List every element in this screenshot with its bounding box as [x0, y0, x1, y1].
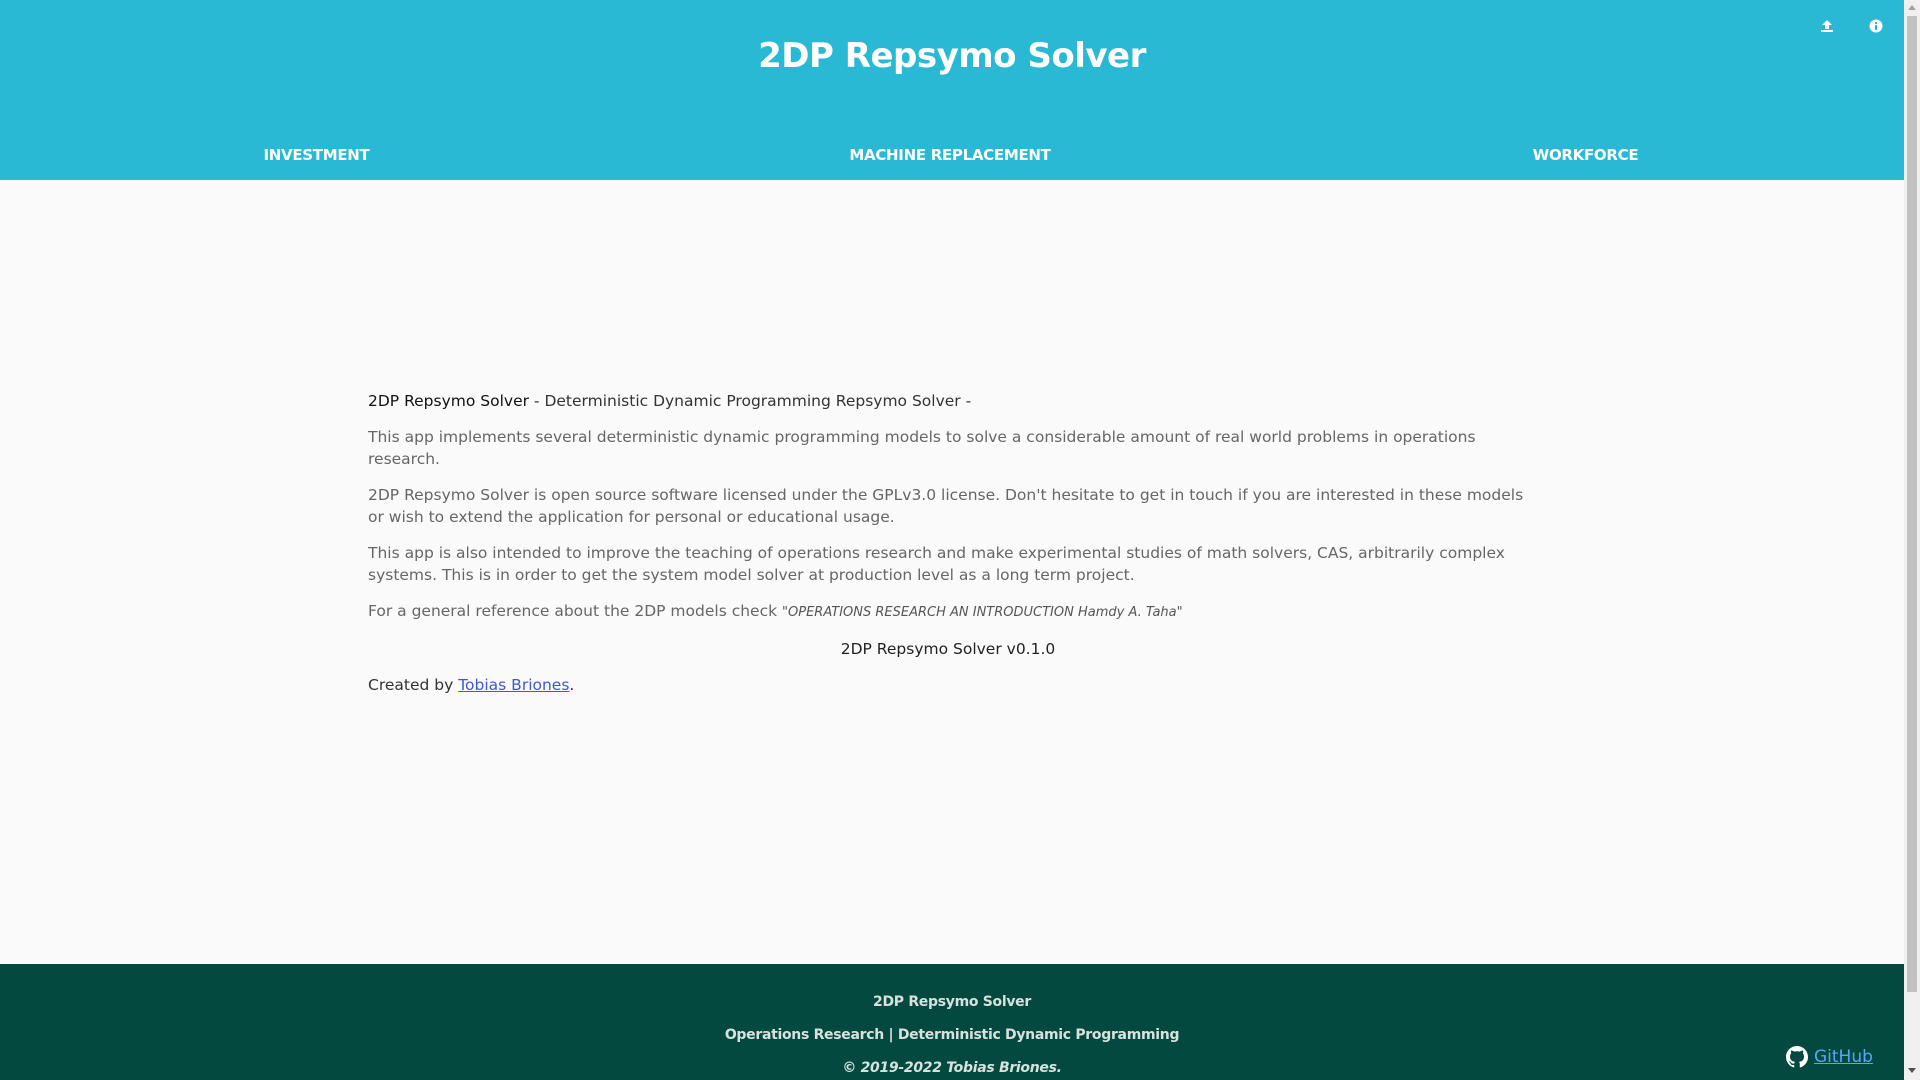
footer-tagline: Operations Research | Deterministic Dyna… [724, 1027, 1180, 1043]
upload-icon [1821, 20, 1833, 32]
github-link[interactable]: GitHub [1786, 1046, 1873, 1068]
description-paragraph-3: This app is also intended to improve the… [368, 544, 1505, 584]
footer-copyright: © 2019-2022 Tobias Briones. [842, 1060, 1062, 1076]
info-icon [1869, 19, 1883, 33]
intro-app-name: 2DP Repsymo Solver [368, 392, 529, 410]
description-paragraph-2: 2DP Repsymo Solver is open source softwa… [368, 486, 1524, 526]
tab-machine-replacement[interactable]: MACHINE REPLACEMENT [633, 134, 1267, 174]
github-label[interactable]: GitHub [1814, 1047, 1873, 1067]
scroll-down-icon[interactable] [1908, 1068, 1916, 1073]
github-icon [1786, 1046, 1808, 1068]
version-label: 2DP Repsymo Solver v0.1.0 [840, 640, 1056, 658]
scroll-thumb[interactable] [1907, 16, 1917, 992]
reference-prefix: For a general reference about the 2DP mo… [368, 602, 783, 620]
author-link[interactable]: Tobias Briones [458, 676, 569, 694]
app-footer: 2DP Repsymo Solver Operations Research |… [0, 964, 1904, 1080]
created-prefix: Created by [368, 676, 459, 694]
intro-subtitle: - Deterministic Dynamic Programming Reps… [529, 392, 972, 410]
created-by-line: Created by Tobias Briones. [368, 674, 1528, 696]
created-suffix: . [569, 676, 575, 694]
about-content: 2DP Repsymo Solver - Deterministic Dynam… [368, 390, 1528, 710]
scroll-up-icon[interactable] [1908, 5, 1916, 10]
app-header: 2DP Repsymo Solver INVESTMENT MACHINE RE… [0, 0, 1904, 180]
footer-app-name: 2DP Repsymo Solver [873, 994, 1031, 1010]
info-button[interactable] [1864, 14, 1888, 38]
tab-workforce[interactable]: WORKFORCE [1267, 134, 1904, 174]
model-tabs: INVESTMENT MACHINE REPLACEMENT WORKFORCE [0, 134, 1904, 174]
intro-line: 2DP Repsymo Solver - Deterministic Dynam… [368, 390, 1528, 412]
reference-line: For a general reference about the 2DP mo… [368, 600, 1528, 624]
tab-investment[interactable]: INVESTMENT [0, 134, 633, 174]
app-page: 2DP Repsymo Solver INVESTMENT MACHINE RE… [0, 0, 1904, 1080]
app-title: 2DP Repsymo Solver [758, 36, 1146, 76]
reference-book: "OPERATIONS RESEARCH AN INTRODUCTION Ham… [782, 605, 1183, 620]
upload-button[interactable] [1815, 14, 1839, 38]
vertical-scrollbar[interactable] [1904, 0, 1920, 1080]
description-paragraph-1: This app implements several deterministi… [368, 428, 1476, 468]
